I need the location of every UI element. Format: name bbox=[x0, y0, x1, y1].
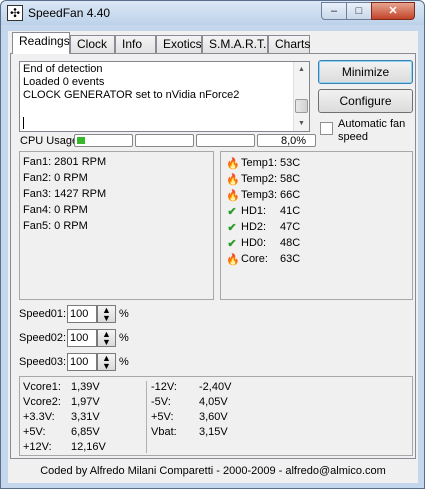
automatic-fan-speed-checkbox[interactable] bbox=[320, 122, 333, 135]
speed03-input[interactable]: 100 bbox=[67, 353, 97, 371]
tab-readings[interactable]: Readings bbox=[12, 32, 70, 54]
scroll-up-arrow-icon[interactable]: ▲ bbox=[294, 62, 309, 77]
voltage-label: +3.3V: bbox=[23, 411, 55, 423]
check-icon: ✔ bbox=[227, 222, 237, 234]
cpu-usage-fill bbox=[77, 137, 86, 144]
speed02-spinner[interactable]: ▲ ▼ bbox=[97, 329, 116, 347]
log-line: End of detection bbox=[23, 63, 103, 75]
auto-fan-label-line1: Automatic fan bbox=[338, 118, 406, 130]
tab-charts[interactable]: Charts bbox=[268, 35, 310, 54]
configure-button[interactable]: Configure bbox=[318, 89, 413, 113]
flame-icon: 🔥 bbox=[226, 158, 240, 170]
voltage-value: 1,39V bbox=[71, 381, 100, 393]
log-line: Loaded 0 events bbox=[23, 76, 105, 88]
speed02-input[interactable]: 100 bbox=[67, 329, 97, 347]
voltage-value: 4,05V bbox=[199, 396, 228, 408]
voltage-label: Vcore1: bbox=[23, 381, 61, 393]
log-lines: End of detection Loaded 0 events CLOCK G… bbox=[23, 63, 239, 102]
readings-panel: End of detection Loaded 0 events CLOCK G… bbox=[10, 53, 416, 459]
tab-info[interactable]: Info bbox=[115, 35, 156, 54]
speed03-unit: % bbox=[119, 356, 129, 368]
log-line: CLOCK GENERATOR set to nVidia nForce2 bbox=[23, 89, 240, 101]
flame-icon: 🔥 bbox=[226, 254, 240, 266]
voltage-label: +5V: bbox=[151, 411, 174, 423]
speed03-spinner[interactable]: ▲ ▼ bbox=[97, 353, 116, 371]
log-scrollbar[interactable]: ▲ ▼ bbox=[293, 62, 309, 131]
cpu-usage-label: CPU Usage bbox=[20, 135, 79, 147]
speed03-label: Speed03: bbox=[19, 356, 67, 368]
temp-name: HD1: bbox=[241, 205, 267, 217]
temp-name: Temp3: bbox=[241, 189, 278, 201]
temp-value: 66C bbox=[280, 189, 301, 201]
speedfan-window: ✣ SpeedFan 4.40 – □ ✕ Readings Clock Inf… bbox=[0, 0, 425, 489]
window-minimize-button[interactable]: – bbox=[321, 2, 347, 20]
voltage-label: -12V: bbox=[151, 381, 177, 393]
speed01-input[interactable]: 100 bbox=[67, 305, 97, 323]
voltage-label: +5V: bbox=[23, 426, 46, 438]
temp-value: 47C bbox=[280, 221, 301, 233]
client-area: Readings Clock Info Exotics S.M.A.R.T. C… bbox=[8, 31, 418, 483]
speed01-label: Speed01: bbox=[19, 308, 67, 320]
cpu-usage-bar bbox=[74, 134, 133, 147]
cpu-usage-bar bbox=[135, 134, 194, 147]
fan-reading: Fan1: 2801 RPM bbox=[23, 156, 107, 168]
minimize-button[interactable]: Minimize bbox=[318, 60, 413, 84]
voltage-value: -2,40V bbox=[199, 381, 232, 393]
voltage-label: Vbat: bbox=[151, 426, 177, 438]
check-icon: ✔ bbox=[227, 238, 237, 250]
title-bar[interactable]: ✣ SpeedFan 4.40 – □ ✕ bbox=[1, 1, 424, 25]
speed02-label: Speed02: bbox=[19, 332, 67, 344]
automatic-fan-speed-label[interactable]: Automatic fan speed bbox=[338, 118, 418, 144]
window-close-button[interactable]: ✕ bbox=[371, 2, 415, 20]
flame-icon: 🔥 bbox=[226, 190, 240, 202]
cpu-usage-bar bbox=[196, 134, 255, 147]
voltage-value: 3,15V bbox=[199, 426, 228, 438]
event-log[interactable]: End of detection Loaded 0 events CLOCK G… bbox=[19, 61, 310, 132]
tab-clock[interactable]: Clock bbox=[70, 35, 115, 54]
fan-readings-box: Fan1: 2801 RPM Fan2: 0 RPM Fan3: 1427 RP… bbox=[19, 151, 214, 300]
speed01-spinner[interactable]: ▲ ▼ bbox=[97, 305, 116, 323]
temperature-readings-box: 🔥 Temp1: 53C 🔥 Temp2: 58C 🔥 Temp3: 66C ✔… bbox=[220, 151, 413, 300]
voltage-value: 1,97V bbox=[71, 396, 100, 408]
tab-strip: Readings Clock Info Exotics S.M.A.R.T. C… bbox=[12, 31, 414, 54]
window-maximize-button[interactable]: □ bbox=[346, 2, 372, 20]
fan-reading: Fan4: 0 RPM bbox=[23, 204, 88, 216]
temp-value: 41C bbox=[280, 205, 301, 217]
tab-smart[interactable]: S.M.A.R.T. bbox=[202, 35, 268, 54]
voltage-value: 3,31V bbox=[71, 411, 100, 423]
scroll-down-arrow-icon[interactable]: ▼ bbox=[294, 116, 309, 131]
temp-name: HD2: bbox=[241, 221, 267, 233]
temp-value: 53C bbox=[280, 157, 301, 169]
voltage-readings-box: Vcore1: 1,39V Vcore2: 1,97V +3.3V: 3,31V… bbox=[19, 376, 413, 456]
voltage-label: Vcore2: bbox=[23, 396, 61, 408]
voltage-divider bbox=[146, 381, 147, 453]
scroll-thumb[interactable] bbox=[295, 99, 308, 113]
temp-name: Temp2: bbox=[241, 173, 278, 185]
speed01-unit: % bbox=[119, 308, 129, 320]
voltage-label: +12V: bbox=[23, 441, 52, 453]
window-title: SpeedFan 4.40 bbox=[28, 6, 111, 20]
fan-reading: Fan5: 0 RPM bbox=[23, 220, 88, 232]
check-icon: ✔ bbox=[227, 206, 237, 218]
cpu-usage-value: 8,0% bbox=[281, 135, 307, 147]
temp-value: 63C bbox=[280, 253, 301, 265]
voltage-value: 6,85V bbox=[71, 426, 100, 438]
temp-name: Core: bbox=[241, 253, 268, 265]
voltage-value: 3,60V bbox=[199, 411, 228, 423]
text-caret bbox=[23, 117, 24, 129]
temp-value: 58C bbox=[280, 173, 301, 185]
credits-footer: Coded by Alfredo Milani Comparetti - 200… bbox=[40, 465, 386, 477]
voltage-label: -5V: bbox=[151, 396, 171, 408]
speed02-unit: % bbox=[119, 332, 129, 344]
temp-name: HD0: bbox=[241, 237, 267, 249]
auto-fan-label-line2: speed bbox=[338, 131, 368, 143]
tab-exotics[interactable]: Exotics bbox=[156, 35, 202, 54]
fan-reading: Fan3: 1427 RPM bbox=[23, 188, 107, 200]
voltage-value: 12,16V bbox=[71, 441, 106, 453]
temp-value: 48C bbox=[280, 237, 301, 249]
fan-reading: Fan2: 0 RPM bbox=[23, 172, 88, 184]
speedfan-app-icon[interactable]: ✣ bbox=[7, 5, 23, 21]
temp-name: Temp1: bbox=[241, 157, 278, 169]
flame-icon: 🔥 bbox=[226, 174, 240, 186]
